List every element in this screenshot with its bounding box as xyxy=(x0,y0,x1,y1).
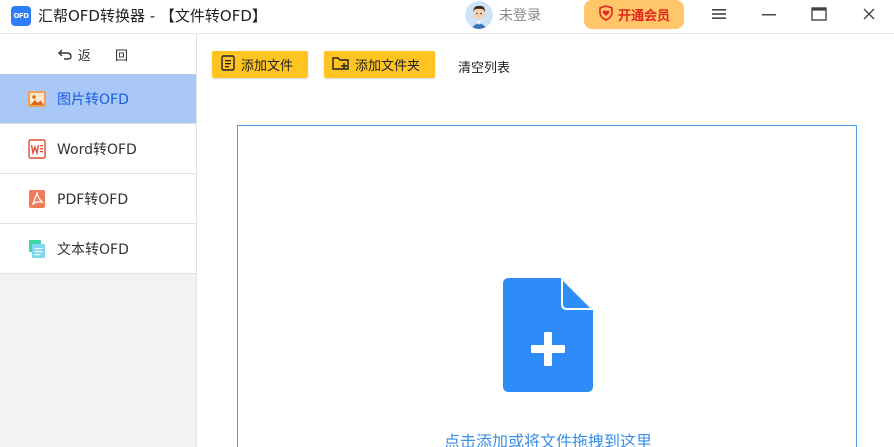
add-file-button[interactable]: 添加文件 xyxy=(212,51,308,78)
sidebar-item-text-to-ofd[interactable]: 文本转OFD xyxy=(0,224,196,274)
title-bar: OFD 汇帮OFD转换器 - 【文件转OFD】 未登录 开通会员 xyxy=(0,0,894,34)
add-folder-icon xyxy=(332,55,350,75)
add-document-icon xyxy=(503,278,593,396)
word-icon xyxy=(27,138,47,159)
hamburger-icon xyxy=(712,9,726,19)
heart-shield-icon xyxy=(598,4,614,25)
image-icon xyxy=(27,89,47,109)
user-avatar[interactable] xyxy=(465,1,493,29)
minimize-icon xyxy=(762,14,776,16)
close-button[interactable] xyxy=(856,3,882,25)
sidebar: 返 回 图片转OFD Word转OFD PDF转OFD 文本转OFD xyxy=(0,34,197,447)
clear-list-button[interactable]: 清空列表 xyxy=(458,57,510,76)
add-file-icon xyxy=(220,54,236,75)
sidebar-item-pdf-to-ofd[interactable]: PDF转OFD xyxy=(0,174,196,224)
sidebar-item-label: 图片转OFD xyxy=(57,91,129,108)
minimize-button[interactable] xyxy=(756,3,782,25)
maximize-icon xyxy=(811,7,827,21)
add-folder-label: 添加文件夹 xyxy=(355,59,421,74)
back-label: 返 回 xyxy=(77,48,139,64)
vip-label: 开通会员 xyxy=(617,9,670,24)
vip-button[interactable]: 开通会员 xyxy=(584,0,684,29)
back-button[interactable]: 返 回 xyxy=(0,34,196,74)
drop-hint-text: 点击添加或将文件拖拽到这里 xyxy=(443,432,652,447)
close-icon xyxy=(863,8,875,20)
login-status[interactable]: 未登录 xyxy=(499,7,541,25)
maximize-button[interactable] xyxy=(806,3,832,25)
window-title: 汇帮OFD转换器 - 【文件转OFD】 xyxy=(38,7,267,25)
sidebar-item-word-to-ofd[interactable]: Word转OFD xyxy=(0,124,196,174)
file-drop-zone[interactable]: 点击添加或将文件拖拽到这里 xyxy=(237,125,857,447)
sidebar-item-label: 文本转OFD xyxy=(57,241,129,258)
sidebar-item-image-to-ofd[interactable]: 图片转OFD xyxy=(0,74,196,124)
sidebar-item-label: Word转OFD xyxy=(57,141,137,158)
add-file-label: 添加文件 xyxy=(241,59,294,74)
app-logo: OFD xyxy=(11,6,31,26)
menu-button[interactable] xyxy=(706,3,732,25)
back-arrow-icon xyxy=(57,45,72,64)
text-file-icon xyxy=(27,239,47,259)
add-folder-button[interactable]: 添加文件夹 xyxy=(324,51,435,78)
pdf-icon xyxy=(27,189,47,209)
sidebar-item-label: PDF转OFD xyxy=(57,191,129,208)
